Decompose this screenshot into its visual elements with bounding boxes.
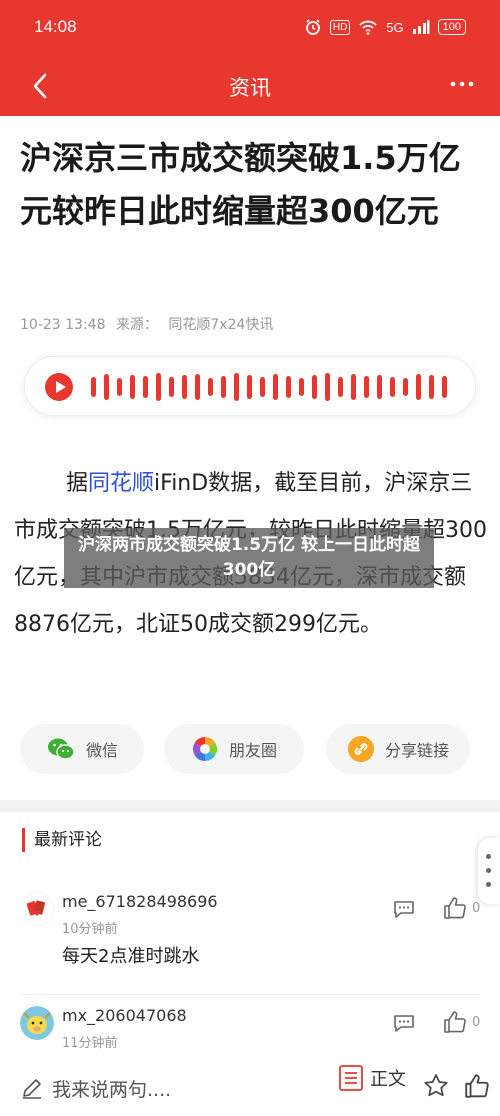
share-wechat-button[interactable]: 微信 (20, 724, 144, 774)
cards-avatar-icon (20, 892, 54, 926)
article-meta: 10-23 13:48 来源： 同花顺7x24快讯 (20, 314, 279, 334)
pencil-icon (23, 1079, 41, 1099)
play-button[interactable] (45, 373, 73, 401)
body-prefix: 据 (66, 471, 89, 496)
waveform-bar (143, 376, 148, 398)
waveform-bar (338, 377, 343, 397)
section-divider (0, 800, 500, 812)
share-row: 微信 朋友圈 分享链接 (0, 724, 500, 776)
bottom-bar: 我来说两句.... 正文 (0, 1060, 500, 1116)
waveform-bar (351, 374, 356, 400)
star-icon[interactable] (422, 1072, 450, 1100)
wechat-icon (47, 738, 75, 760)
more-icon (450, 81, 474, 87)
waveform-bar (429, 375, 434, 399)
like-count: 0 (472, 901, 481, 916)
waveform-bar (247, 375, 252, 399)
article-title: 沪深京三市成交额突破1.5万亿元较昨日此时缩量超300亿元 (20, 139, 461, 230)
waveform-bar (234, 373, 239, 401)
waveform-bar (91, 377, 96, 397)
list-icon (339, 1065, 363, 1091)
waveform-bar (260, 377, 265, 397)
waveform-bar (403, 378, 408, 396)
hd-badge: HD (329, 19, 351, 35)
status-time: 14:08 (34, 17, 77, 36)
waveform-bar (390, 377, 395, 397)
waveform-bar (364, 376, 369, 398)
video-caption-overlay: 沪深两市成交额突破1.5万亿 较上一日此时超300亿 (64, 528, 434, 588)
comment-time: 11分钟前 (62, 1036, 118, 1051)
waveform-bar (377, 375, 382, 399)
waveform-icon[interactable] (89, 357, 469, 417)
waveform-bar (286, 376, 291, 398)
reply-icon[interactable] (392, 898, 416, 920)
like-count: 0 (472, 1015, 481, 1030)
like-icon[interactable] (442, 896, 468, 920)
waveform-bar (169, 377, 174, 397)
handle-dot (486, 868, 491, 873)
share-link-button[interactable]: 分享链接 (326, 724, 470, 774)
waveform-bar (273, 374, 278, 400)
comment-divider (20, 994, 480, 995)
avatar[interactable] (20, 892, 54, 926)
battery-indicator: 100 (437, 19, 466, 35)
share-wechat-label: 微信 (85, 741, 118, 760)
comments-header: 最新评论 (22, 828, 102, 852)
network-label: 5G (386, 19, 404, 35)
waveform-bar (416, 374, 421, 400)
waveform-bar (442, 376, 447, 398)
thumbs-up-icon[interactable] (463, 1072, 491, 1100)
avatar[interactable] (20, 1006, 54, 1040)
nav-bar: 资讯 (0, 58, 500, 116)
share-moments-button[interactable]: 朋友圈 (164, 724, 304, 774)
share-moments-label: 朋友圈 (228, 741, 277, 760)
waveform-bar (195, 374, 200, 400)
comment-item: me_671828498696 10分钟前 每天2点准时跳水 0 (0, 892, 500, 982)
status-icons: HD 5G 100 (304, 18, 466, 36)
link-icon (347, 736, 374, 762)
waveform-bar (130, 375, 135, 399)
article-date: 10-23 13:48 (20, 317, 106, 333)
alarm-icon (305, 19, 320, 35)
ths-link[interactable]: 同花顺 (88, 471, 154, 496)
waveform-bar (208, 378, 213, 396)
handle-dot (486, 882, 491, 887)
waveform-bar (312, 375, 317, 399)
waveform-bar (325, 373, 330, 401)
like-icon[interactable] (442, 1010, 468, 1034)
toc-label: 正文 (370, 1069, 406, 1090)
comment-input[interactable]: 我来说两句.... (20, 1070, 171, 1106)
source-prefix: 来源： (115, 317, 158, 333)
signal-icon (412, 20, 430, 34)
cow-avatar-icon (20, 1006, 54, 1040)
comment-text: 每天2点准时跳水 (62, 946, 200, 967)
waveform-bar (299, 378, 304, 396)
waveform-bar (117, 378, 122, 396)
reply-icon[interactable] (392, 1012, 416, 1034)
toc-button[interactable]: 正文 (338, 1064, 406, 1092)
share-link-label: 分享链接 (384, 741, 449, 760)
waveform-bar (104, 374, 109, 400)
more-options-button[interactable] (448, 70, 476, 104)
page-title: 资讯 (229, 76, 271, 100)
article-source[interactable]: 同花顺7x24快讯 (168, 317, 273, 333)
comment-input-placeholder: 我来说两句.... (52, 1078, 172, 1101)
comment-username[interactable]: me_671828498696 (62, 892, 218, 911)
comment-item: mx_206047068 11分钟前 0 (0, 1006, 500, 1056)
status-bar: 14:08 HD 5G 100 (0, 0, 500, 58)
waveform-bar (156, 373, 161, 401)
wifi-icon (359, 20, 377, 35)
handle-dot (486, 854, 491, 859)
moments-icon (192, 737, 217, 761)
waveform-bar (221, 376, 226, 398)
waveform-bar (182, 375, 187, 399)
audio-player[interactable] (24, 356, 476, 416)
comment-username[interactable]: mx_206047068 (62, 1006, 187, 1025)
comment-time: 10分钟前 (62, 922, 118, 937)
